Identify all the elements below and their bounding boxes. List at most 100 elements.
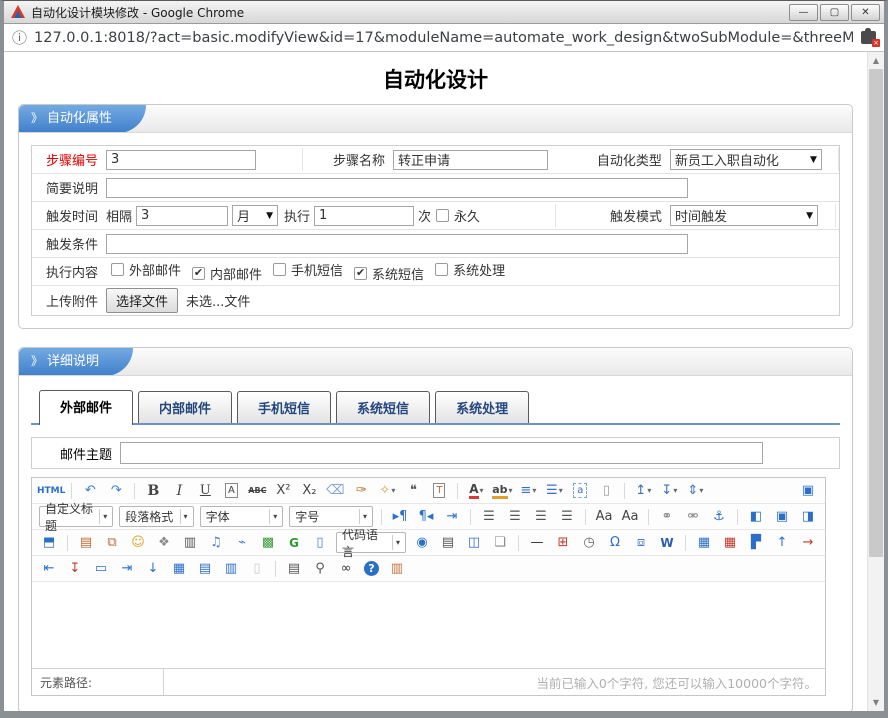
paste-plain-icon[interactable]: T — [427, 480, 451, 501]
sms-checkbox[interactable] — [273, 263, 286, 276]
insert-image-icon[interactable]: ▤ — [74, 532, 98, 553]
unlink-icon[interactable]: ⚮ — [681, 506, 705, 527]
image-align-left-icon[interactable]: ◧ — [744, 506, 768, 527]
line-height-icon[interactable]: ⇕▾ — [683, 480, 707, 501]
paragraph-bottom-icon[interactable]: ↧▾ — [657, 480, 681, 501]
split-cols-icon[interactable]: ▥ — [219, 558, 243, 579]
address-bar[interactable]: ⓘ 127.0.0.1:8018/?act=basic.modifyView&i… — [4, 24, 884, 52]
multi-image-icon[interactable]: ⧉ — [100, 532, 124, 553]
external-mail-checkbox[interactable] — [111, 263, 124, 276]
insert-table-icon[interactable]: ▦ — [692, 532, 716, 553]
tab-system-message[interactable]: 系统短信 — [336, 391, 430, 423]
redo-icon[interactable]: ↷ — [104, 480, 128, 501]
ltr-icon[interactable]: ▸¶ — [388, 506, 412, 527]
paste-icon[interactable]: ▥ — [385, 558, 409, 579]
two-column-icon[interactable]: ◫ — [462, 532, 486, 553]
system-message-checkbox[interactable] — [354, 267, 367, 280]
find-icon[interactable]: ∞ — [334, 558, 358, 579]
insert-date-icon[interactable]: ⊞ — [551, 532, 575, 553]
music-icon[interactable]: ♫ — [204, 532, 228, 553]
highlight-color-icon[interactable]: ab▾ — [490, 480, 514, 501]
strikethrough-icon[interactable]: ABC — [245, 480, 269, 501]
autoformat-icon[interactable]: ✧▾ — [375, 480, 399, 501]
italic-icon[interactable]: I — [167, 480, 191, 501]
anchor-icon[interactable]: ⚓ — [707, 506, 731, 527]
paragraph-format-select[interactable]: 段落格式▾ — [119, 506, 193, 527]
hr-icon[interactable]: — — [525, 532, 549, 553]
tab-internal-mail[interactable]: 内部邮件 — [138, 391, 232, 423]
attachment-icon[interactable]: ⌁ — [230, 532, 254, 553]
delete-row-icon[interactable]: → — [796, 532, 820, 553]
emoticon-icon[interactable]: ☺ — [126, 532, 150, 553]
blockquote-icon[interactable]: ❝ — [401, 480, 425, 501]
choose-file-button[interactable]: 选择文件 — [106, 288, 178, 313]
editor-content-area[interactable] — [32, 582, 825, 668]
maximize-button[interactable]: ▢ — [820, 4, 849, 21]
tab-sms[interactable]: 手机短信 — [237, 391, 331, 423]
map-icon[interactable]: ▩ — [256, 532, 280, 553]
trigger-cond-input[interactable] — [106, 234, 688, 254]
fullscreen-icon[interactable]: ▣ — [796, 480, 820, 501]
scroll-down-icon[interactable]: ▼ — [868, 695, 884, 710]
capture-icon[interactable]: ⧈ — [629, 532, 653, 553]
minimize-button[interactable]: — — [789, 4, 818, 21]
uppercase-icon[interactable]: Aa — [592, 506, 616, 527]
internal-mail-checkbox[interactable] — [192, 267, 205, 280]
undo-icon[interactable]: ↶ — [78, 480, 102, 501]
bold-icon[interactable]: B — [141, 480, 165, 501]
forever-checkbox[interactable] — [436, 209, 449, 222]
cell-prop-icon[interactable]: ▭ — [89, 558, 113, 579]
scrollbar-thumb[interactable] — [869, 69, 883, 557]
insert-row-above-icon[interactable]: ↑ — [770, 532, 794, 553]
google-map-icon[interactable]: G — [282, 532, 306, 553]
scroll-up-icon[interactable]: ▲ — [868, 53, 884, 68]
help-icon[interactable]: ? — [364, 561, 379, 576]
screenshot-icon[interactable]: ❏ — [488, 532, 512, 553]
insert-time-icon[interactable]: ◷ — [577, 532, 601, 553]
delete-col-icon[interactable]: ↧ — [63, 558, 87, 579]
subscript-icon[interactable]: X₂ — [297, 480, 321, 501]
interval-input[interactable] — [136, 206, 228, 226]
close-window-button[interactable]: ✕ — [851, 4, 880, 21]
superscript-icon[interactable]: X² — [271, 480, 295, 501]
paragraph-top-icon[interactable]: ↥▾ — [631, 480, 655, 501]
subject-input[interactable] — [120, 442, 763, 464]
font-family-select[interactable]: 字体▾ — [200, 506, 284, 527]
align-center-icon[interactable]: ☰ — [503, 506, 527, 527]
tab-system-process[interactable]: 系统处理 — [435, 391, 529, 423]
exec-count-input[interactable] — [314, 206, 414, 226]
quick-print-icon[interactable]: ▤ — [436, 532, 460, 553]
insert-code-icon[interactable]: ◉ — [410, 532, 434, 553]
merge-cells-icon[interactable]: ▦ — [167, 558, 191, 579]
font-color-icon[interactable]: A▾ — [464, 480, 488, 501]
video-icon[interactable]: ▥ — [178, 532, 202, 553]
step-name-input[interactable] — [393, 150, 548, 170]
interval-unit-select[interactable]: 月▼ — [232, 205, 278, 226]
ordered-list-icon[interactable]: ≡▾ — [516, 480, 540, 501]
insert-col-left-icon[interactable]: ⇤ — [37, 558, 61, 579]
html-source-icon[interactable]: HTML — [37, 480, 65, 501]
eraser-icon[interactable]: ⌫ — [323, 480, 347, 501]
align-justify-icon[interactable]: ☰ — [555, 506, 579, 527]
paint-icon[interactable]: ❖ — [152, 532, 176, 553]
url-text[interactable]: 127.0.0.1:8018/?act=basic.modifyView&id=… — [34, 30, 853, 46]
preview-icon[interactable]: ⚲ — [308, 558, 332, 579]
lowercase-icon[interactable]: Aa — [618, 506, 642, 527]
print-icon[interactable]: ▤ — [282, 558, 306, 579]
vertical-scrollbar[interactable]: ▲ ▼ — [867, 52, 884, 711]
font-size-select[interactable]: 字号▾ — [289, 506, 373, 527]
split-rows-icon[interactable]: ▤ — [193, 558, 217, 579]
word-import-icon[interactable]: W — [655, 532, 679, 553]
insert-col-right-icon[interactable]: ⇥ — [115, 558, 139, 579]
underline-icon[interactable]: U — [193, 480, 217, 501]
site-info-icon[interactable]: ⓘ — [12, 27, 27, 48]
insert-row-below-icon[interactable]: ↓ — [141, 558, 165, 579]
align-right-icon[interactable]: ☰ — [529, 506, 553, 527]
trigger-mode-select[interactable]: 时间触发▼ — [670, 205, 818, 226]
custom-title-select[interactable]: 自定义标题▾ — [39, 506, 113, 527]
table-prop-icon[interactable]: ▛ — [744, 532, 768, 553]
image-align-top-icon[interactable]: ⬒ — [37, 532, 61, 553]
new-page-icon[interactable]: ▯ — [594, 480, 618, 501]
unordered-list-icon[interactable]: ☰▾ — [542, 480, 566, 501]
align-left-icon[interactable]: ☰ — [477, 506, 501, 527]
